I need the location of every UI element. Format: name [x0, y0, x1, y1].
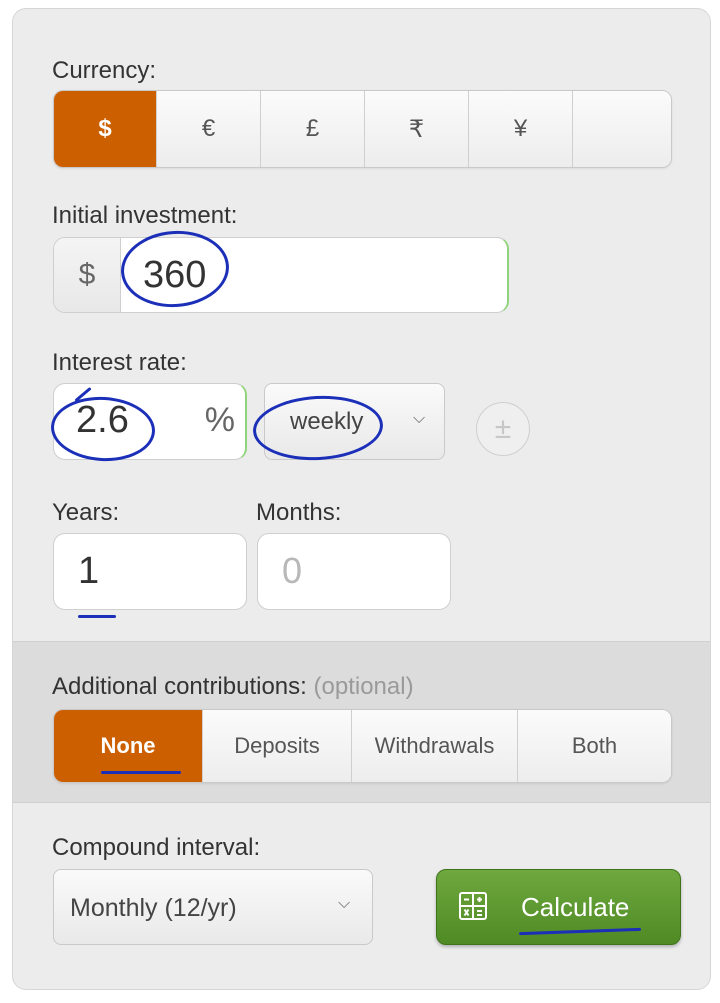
months-label: Months: — [256, 499, 342, 526]
calculator-panel: Currency: $ € £ ₹ ¥ Initial investment: … — [12, 8, 711, 990]
years-label: Years: — [52, 499, 120, 526]
calculate-label: Calculate — [521, 892, 630, 922]
compound-interval-select[interactable]: Monthly (12/yr) ⌵ — [53, 869, 373, 945]
dollar-prefix: $ — [54, 238, 121, 312]
interest-rate-label: Interest rate: — [52, 349, 187, 376]
currency-option-usd[interactable]: $ — [54, 91, 157, 167]
contributions-label: Additional contributions: (optional) — [52, 673, 414, 701]
percent-suffix: % — [204, 401, 235, 439]
currency-option-other[interactable] — [573, 91, 671, 167]
years-value[interactable]: 1 — [78, 550, 99, 593]
plus-minus-icon[interactable]: ± — [476, 402, 530, 456]
contributions-label-text: Additional contributions: — [52, 673, 307, 700]
contribution-option-withdrawals[interactable]: Withdrawals — [352, 710, 518, 782]
currency-selector: $ € £ ₹ ¥ — [53, 90, 672, 168]
months-placeholder[interactable]: 0 — [282, 550, 302, 592]
calculator-icon — [459, 892, 487, 920]
currency-label: Currency: — [52, 57, 157, 84]
optional-note: (optional) — [313, 673, 414, 700]
months-input[interactable]: 0 — [257, 533, 451, 610]
annotation-underline-years — [78, 615, 116, 618]
compound-interval-label: Compound interval: — [52, 834, 261, 861]
currency-option-eur[interactable]: € — [157, 91, 261, 167]
currency-option-jpy[interactable]: ¥ — [469, 91, 573, 167]
currency-option-inr[interactable]: ₹ — [365, 91, 469, 167]
annotation-underline-none — [101, 771, 181, 774]
years-input[interactable]: 1 — [53, 533, 247, 610]
chevron-down-icon: ⌵ — [338, 895, 351, 912]
contributions-section: Additional contributions: (optional) Non… — [13, 641, 710, 803]
initial-investment-label: Initial investment: — [52, 202, 238, 229]
currency-option-gbp[interactable]: £ — [261, 91, 365, 167]
compound-interval-value: Monthly (12/yr) — [70, 894, 237, 922]
contribution-option-deposits[interactable]: Deposits — [203, 710, 352, 782]
contribution-option-both[interactable]: Both — [518, 710, 671, 782]
chevron-down-icon: ⌵ — [413, 410, 426, 427]
